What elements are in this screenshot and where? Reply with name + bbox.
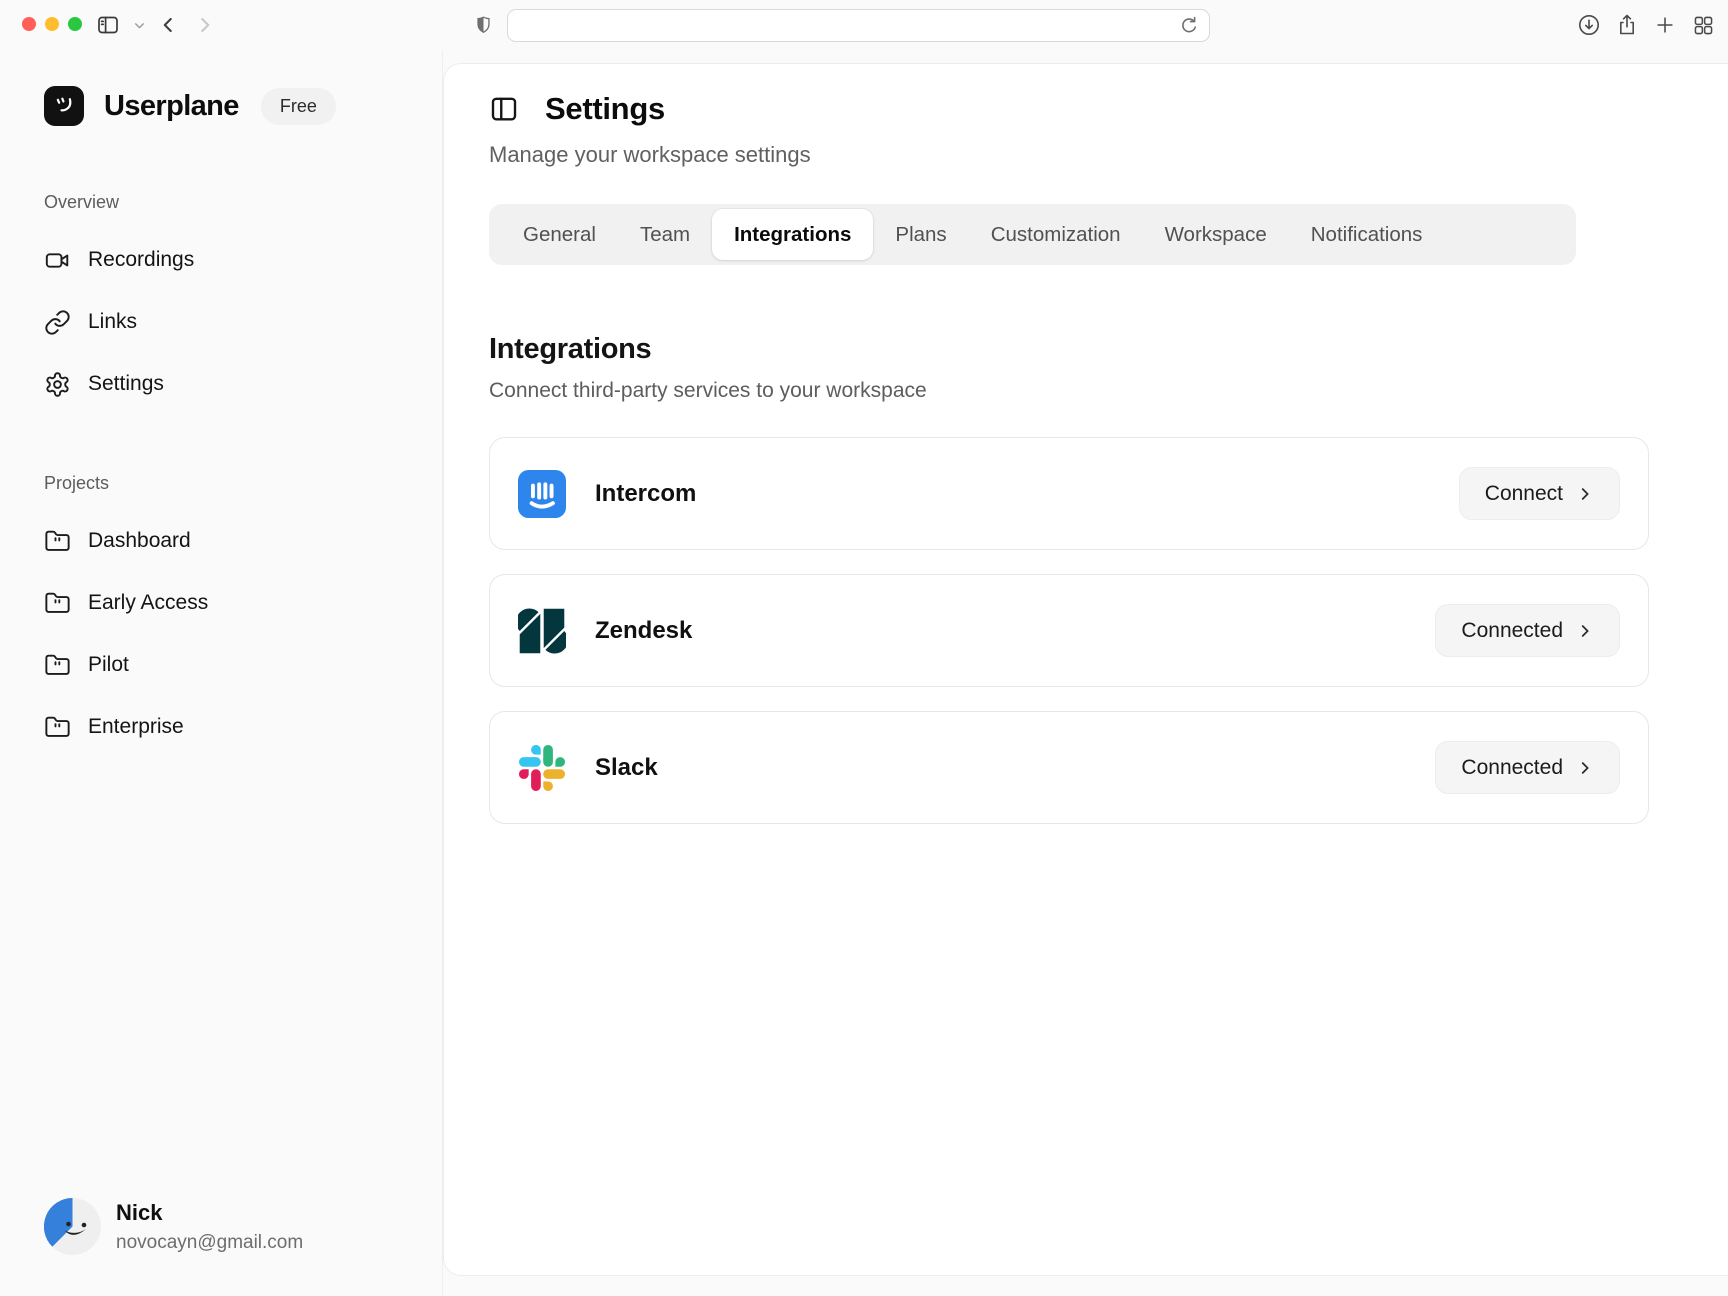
sidebar-item-recordings[interactable]: Recordings (44, 245, 442, 275)
folder-icon (44, 528, 71, 555)
folder-icon (44, 714, 71, 741)
tab-general[interactable]: General (501, 209, 618, 260)
section-subtitle: Connect third-party services to your wor… (489, 379, 1728, 403)
sidebar-item-settings[interactable]: Settings (44, 369, 442, 399)
settings-tabs: General Team Integrations Plans Customiz… (489, 204, 1576, 265)
integration-name: Intercom (595, 480, 696, 508)
sidebar-section-projects: Projects (44, 473, 442, 494)
app-window: Userplane Free Overview Recordings Links… (0, 50, 1728, 1296)
privacy-shield-icon[interactable] (470, 12, 496, 38)
sidebar-item-label: Settings (88, 372, 164, 396)
sidebar-item-label: Recordings (88, 248, 194, 272)
button-label: Connected (1461, 756, 1563, 780)
sidebar-item-dashboard[interactable]: Dashboard (44, 526, 442, 556)
integration-name: Zendesk (595, 617, 692, 645)
new-tab-button[interactable] (1652, 12, 1678, 38)
intercom-logo-icon (518, 470, 566, 518)
integration-card-slack: Slack Connected (489, 711, 1649, 824)
sidebar-section-overview: Overview (44, 192, 442, 213)
window-controls (22, 17, 82, 31)
tab-overview-button[interactable] (1690, 12, 1716, 38)
integration-list: Intercom Connect Zendesk (489, 437, 1649, 824)
gear-icon (44, 371, 71, 398)
tab-integrations[interactable]: Integrations (712, 209, 873, 260)
video-camera-icon (44, 247, 71, 274)
close-window-button[interactable] (22, 17, 36, 31)
user-email: novocayn@gmail.com (116, 1232, 303, 1254)
sidebar-item-pilot[interactable]: Pilot (44, 650, 442, 680)
tab-plans[interactable]: Plans (873, 209, 968, 260)
share-button[interactable] (1614, 12, 1640, 38)
panel-left-icon[interactable] (489, 94, 519, 124)
integration-card-zendesk: Zendesk Connected (489, 574, 1649, 687)
folder-icon (44, 590, 71, 617)
chevron-down-icon[interactable] (126, 12, 152, 38)
integration-name: Slack (595, 754, 658, 782)
tab-workspace[interactable]: Workspace (1143, 209, 1289, 260)
sidebar: Userplane Free Overview Recordings Links… (0, 50, 443, 1296)
sidebar-item-label: Enterprise (88, 715, 184, 739)
page-header: Settings (489, 91, 1728, 127)
chevron-right-icon (1576, 485, 1594, 503)
address-bar[interactable] (507, 9, 1210, 42)
avatar (44, 1198, 101, 1255)
zendesk-connected-button[interactable]: Connected (1435, 604, 1620, 657)
sidebar-item-label: Links (88, 310, 137, 334)
sidebar-item-label: Dashboard (88, 529, 191, 553)
integration-card-intercom: Intercom Connect (489, 437, 1649, 550)
sidebar-item-label: Early Access (88, 591, 208, 615)
tab-notifications[interactable]: Notifications (1289, 209, 1445, 260)
downloads-button[interactable] (1576, 12, 1602, 38)
tab-team[interactable]: Team (618, 209, 712, 260)
brand: Userplane Free (44, 86, 442, 126)
minimize-window-button[interactable] (45, 17, 59, 31)
reload-icon[interactable] (1177, 14, 1201, 38)
folder-icon (44, 652, 71, 679)
chevron-right-icon (1576, 622, 1594, 640)
page-subtitle: Manage your workspace settings (489, 142, 1728, 168)
button-label: Connected (1461, 619, 1563, 643)
zoom-window-button[interactable] (68, 17, 82, 31)
intercom-connect-button[interactable]: Connect (1459, 467, 1620, 520)
tab-customization[interactable]: Customization (969, 209, 1143, 260)
sidebar-item-label: Pilot (88, 653, 129, 677)
main-panel: Settings Manage your workspace settings … (443, 63, 1728, 1276)
chevron-right-icon (1576, 759, 1594, 777)
link-icon (44, 309, 71, 336)
userplane-logo-icon (44, 86, 84, 126)
sidebar-item-enterprise[interactable]: Enterprise (44, 712, 442, 742)
page-title: Settings (545, 91, 665, 127)
section-title: Integrations (489, 333, 1728, 366)
back-button[interactable] (155, 12, 181, 38)
button-label: Connect (1485, 482, 1563, 506)
sidebar-toggle-icon[interactable] (95, 12, 121, 38)
forward-button[interactable] (192, 12, 218, 38)
browser-chrome (0, 0, 1728, 50)
slack-connected-button[interactable]: Connected (1435, 741, 1620, 794)
sidebar-item-early-access[interactable]: Early Access (44, 588, 442, 618)
brand-name: Userplane (104, 90, 239, 123)
sidebar-item-links[interactable]: Links (44, 307, 442, 337)
zendesk-logo-icon (518, 607, 566, 655)
plan-badge: Free (261, 88, 336, 125)
user-name: Nick (116, 1200, 303, 1226)
slack-logo-icon (518, 744, 566, 792)
user-account[interactable]: Nick novocayn@gmail.com (44, 1198, 303, 1255)
